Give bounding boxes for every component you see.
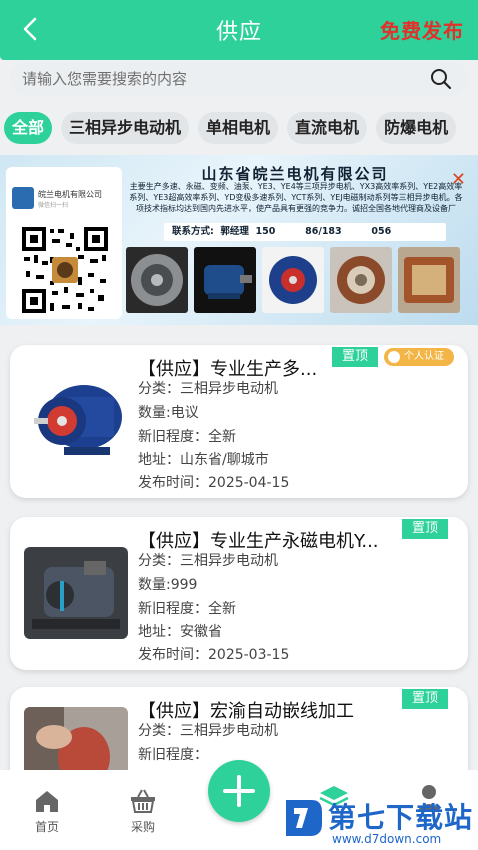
- wechat-qr-card: 皖兰电机有限公司 微信扫一扫: [6, 167, 122, 319]
- listing-category: 分类：三相异步电动机: [138, 381, 278, 397]
- listing-card[interactable]: 置顶 个人认证 【供应】专业生产多... 分类：三相异步电动机 数量:电议 新旧…: [10, 345, 468, 498]
- personal-verify-badge: 个人认证: [384, 348, 454, 366]
- watermark-logo-icon: [286, 800, 322, 836]
- motor-thumbnail: [262, 247, 324, 313]
- listing-image: [24, 547, 128, 639]
- motor-thumbnail: [330, 247, 392, 313]
- listing-condition: 新旧程度：: [138, 747, 208, 763]
- category-tab-all[interactable]: 全部: [4, 112, 53, 144]
- listing-image: [24, 375, 128, 465]
- free-publish-button[interactable]: 免费发布: [380, 15, 464, 44]
- motor-thumbnail: [194, 247, 256, 313]
- category-tab-dc[interactable]: 直流电机: [287, 112, 368, 144]
- listing-category: 分类：三相异步电动机: [138, 553, 278, 569]
- listing-date: 发布时间：2025-04-15: [138, 475, 290, 491]
- nav-home-label: 首页: [34, 820, 59, 834]
- pinned-badge: 置顶: [402, 519, 448, 539]
- header-bar: 供应 免费发布: [0, 0, 478, 60]
- nav-home[interactable]: 首页: [17, 788, 77, 835]
- listing-card[interactable]: 置顶 【供应】专业生产永磁电机Y... 分类：三相异步电动机 数量:999 新旧…: [10, 517, 468, 670]
- search-input[interactable]: [22, 62, 422, 96]
- banner-description: 主要生产多速、永磁、变频、油泵、YE3、YE4等三项异步电机、YX3高效率系列、…: [129, 182, 463, 213]
- home-icon: [36, 791, 58, 812]
- promo-banner[interactable]: 皖兰电机有限公司 微信扫一扫 山东省皖兰电机有限公司 主要生产多速、永磁、变频、…: [0, 155, 478, 325]
- listing-date: 发布时间：2025-03-15: [138, 647, 290, 663]
- search-bar: [10, 62, 468, 96]
- banner-thumbnails: [126, 247, 460, 313]
- company-avatar: [12, 187, 34, 209]
- search-icon[interactable]: [430, 68, 452, 90]
- nav-purchase[interactable]: 采购: [113, 788, 173, 835]
- watermark-url: www.d7down.com: [332, 832, 442, 846]
- listing-address: 地址：山东省/聊城市: [138, 452, 269, 468]
- motor-thumbnail: [398, 247, 460, 313]
- listing-condition: 新旧程度：全新: [138, 601, 236, 617]
- pinned-badge: 置顶: [402, 689, 448, 709]
- close-icon[interactable]: ✕: [451, 171, 466, 189]
- qr-subtitle: 微信扫一扫: [38, 202, 69, 209]
- listing-quantity: 数量:电议: [138, 405, 199, 421]
- pinned-badge: 置顶: [332, 347, 378, 367]
- qr-company-name: 皖兰电机有限公司: [38, 190, 102, 199]
- category-tab-three-phase[interactable]: 三相异步电动机: [61, 112, 190, 144]
- banner-contact: 联系方式: 郭经理 150 86/183 056: [164, 223, 446, 241]
- plus-icon-stroke: [237, 775, 241, 807]
- category-tab-single-phase[interactable]: 单相电机: [198, 112, 279, 144]
- verify-label: 个人认证: [404, 351, 444, 362]
- user-icon: [388, 351, 400, 363]
- watermark: 第七下载站 www.d7down.com: [282, 786, 478, 850]
- listing-category: 分类：三相异步电动机: [138, 723, 278, 739]
- listing-quantity: 数量:999: [138, 577, 198, 593]
- category-tab-explosion-proof[interactable]: 防爆电机: [376, 112, 457, 144]
- add-post-button[interactable]: [208, 760, 270, 822]
- nav-purchase-label: 采购: [130, 820, 155, 834]
- watermark-text: 第七下载站: [328, 801, 474, 834]
- qr-code-image: [20, 225, 110, 315]
- basket-icon: [131, 789, 155, 813]
- motor-thumbnail: [126, 247, 188, 313]
- listing-condition: 新旧程度：全新: [138, 429, 236, 445]
- category-tabs: 全部 三相异步电动机 单相电机 直流电机 防爆电机: [4, 112, 457, 144]
- listing-address: 地址：安徽省: [138, 624, 222, 640]
